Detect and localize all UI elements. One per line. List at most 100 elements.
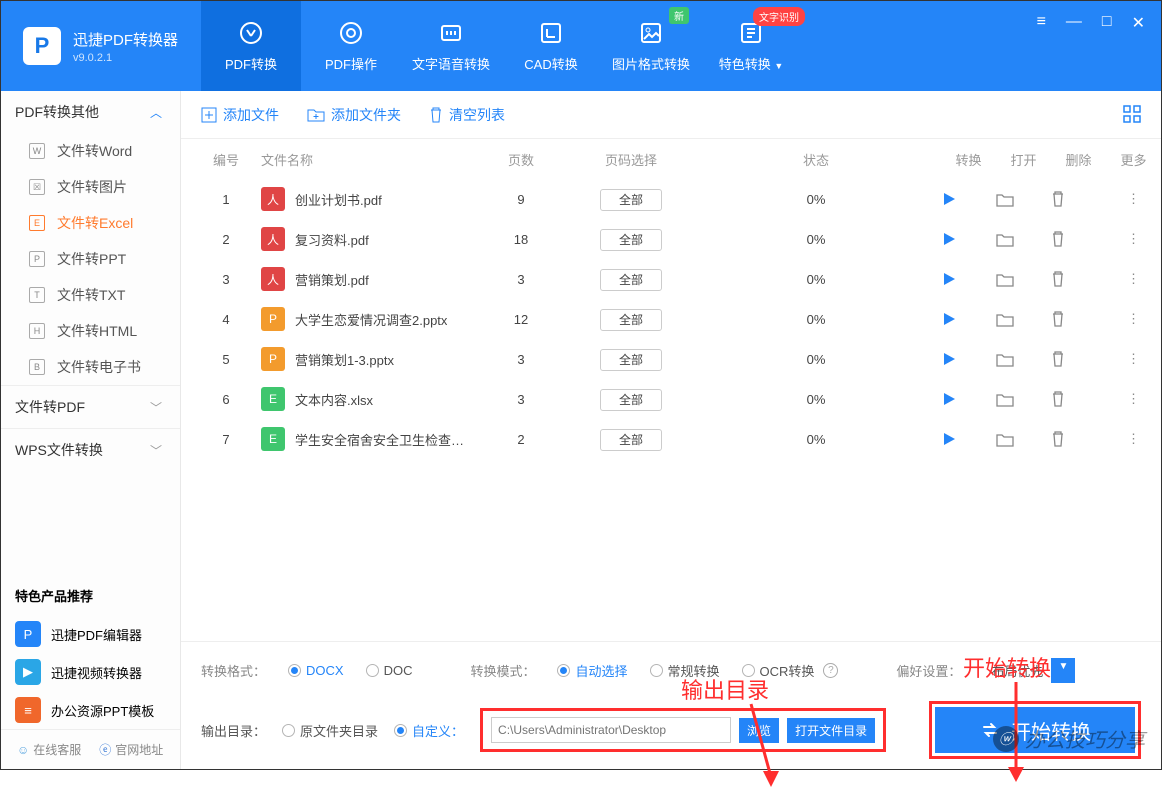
help-icon[interactable]: ? [823,663,838,678]
mode-auto-radio[interactable]: 自动选择 [557,661,627,680]
open-button[interactable] [996,192,1051,207]
mode-ocr-radio[interactable]: OCR转换? [742,661,839,680]
open-button[interactable] [996,312,1051,327]
convert-button[interactable] [941,191,996,207]
delete-button[interactable] [1051,431,1106,447]
file-name: 营销策划.pdf [295,270,369,289]
more-button[interactable]: ⋮ [1127,231,1140,246]
convert-button[interactable] [941,311,996,327]
sidebar-item-6[interactable]: B文件转电子书 [1,349,180,385]
sidebar-item-4[interactable]: T文件转TXT [1,277,180,313]
delete-button[interactable] [1051,271,1106,287]
menu-icon[interactable]: ≡ [1037,13,1046,33]
file-name: 复习资料.pdf [295,230,369,249]
output-custom-radio[interactable]: 自定义： [394,721,464,740]
page-select-button[interactable]: 全部 [600,429,662,451]
sidebar-item-3[interactable]: P文件转PPT [1,241,180,277]
more-button[interactable]: ⋮ [1127,391,1140,406]
open-button[interactable] [996,392,1051,407]
convert-button[interactable] [941,351,996,367]
reco-item-2[interactable]: ≡办公资源PPT模板 [1,691,180,729]
pref-dropdown[interactable]: 布局优先▼ [983,658,1075,683]
open-button[interactable] [996,352,1051,367]
page-select-button[interactable]: 全部 [600,229,662,251]
open-button[interactable] [996,432,1051,447]
output-orig-radio[interactable]: 原文件夹目录 [282,721,378,740]
nav-tab-3[interactable]: CAD转换 [501,1,601,91]
nav-tab-5[interactable]: 文字识别特色转换 ▼ [701,1,801,91]
more-button[interactable]: ⋮ [1127,271,1140,286]
file-type-icon: 人 [261,267,285,291]
delete-button[interactable] [1051,391,1106,407]
nav-icon [338,20,364,46]
table-row: 6 E 文本内容.xlsx 3 全部 0% ⋮ [181,379,1161,419]
file-name: 大学生恋爱情况调查2.pptx [295,310,447,329]
add-file-button[interactable]: 添加文件 [201,105,279,125]
convert-button[interactable] [941,391,996,407]
convert-button[interactable] [941,231,996,247]
minimize-button[interactable]: — [1066,13,1082,33]
chevron-down-icon: ﹀ [150,399,162,416]
start-convert-button[interactable]: 开始转换 [935,707,1135,753]
grid-view-button[interactable] [1123,105,1141,123]
delete-button[interactable] [1051,231,1106,247]
sidebar-item-2[interactable]: E文件转Excel [1,205,180,241]
nav-tab-2[interactable]: 文字语音转换 [401,1,501,91]
file-type-icon: P [29,251,45,267]
delete-button[interactable] [1051,351,1106,367]
format-doc-radio[interactable]: DOC [366,663,413,678]
delete-button[interactable] [1051,191,1106,207]
reco-item-1[interactable]: ▶迅捷视频转换器 [1,653,180,691]
page-select-button[interactable]: 全部 [600,309,662,331]
output-label: 输出目录： [201,721,266,740]
sidebar-item-1[interactable]: ☒文件转图片 [1,169,180,205]
page-select-button[interactable]: 全部 [600,189,662,211]
sidebar-cat-to-pdf[interactable]: 文件转PDF ﹀ [1,386,180,428]
file-type-icon: 人 [261,187,285,211]
add-folder-icon [307,107,325,123]
close-button[interactable]: ✕ [1132,13,1145,33]
page-count: 3 [471,352,571,367]
page-count: 12 [471,312,571,327]
reco-icon: ▶ [15,659,41,685]
output-path-input[interactable] [491,717,731,743]
nav-tab-4[interactable]: 新图片格式转换 [601,1,701,91]
status: 0% [691,392,941,407]
nav-tab-1[interactable]: PDF操作 [301,1,401,91]
official-site-link[interactable]: ⓔ官网地址 [99,741,163,758]
sidebar-cat-pdf-to-other[interactable]: PDF转换其他 ︿ [1,91,180,133]
open-button[interactable] [996,232,1051,247]
reco-item-0[interactable]: P迅捷PDF编辑器 [1,615,180,653]
nav-tab-0[interactable]: PDF转换 [201,1,301,91]
sidebar-item-5[interactable]: H文件转HTML [1,313,180,349]
table-row: 3 人 营销策划.pdf 3 全部 0% ⋮ [181,259,1161,299]
app-version: v9.0.2.1 [73,52,178,64]
browse-button[interactable]: 浏览 [739,718,779,743]
more-button[interactable]: ⋮ [1127,431,1140,446]
sidebar-item-0[interactable]: W文件转Word [1,133,180,169]
open-button[interactable] [996,272,1051,287]
open-dir-button[interactable]: 打开文件目录 [787,718,875,743]
nav-icon [438,20,464,46]
maximize-button[interactable]: □ [1102,13,1112,33]
file-name: 文本内容.xlsx [295,390,373,409]
page-select-button[interactable]: 全部 [600,269,662,291]
page-select-button[interactable]: 全部 [600,349,662,371]
sidebar-cat-wps[interactable]: WPS文件转换 ﹀ [1,429,180,471]
clear-list-button[interactable]: 清空列表 [429,105,505,125]
more-button[interactable]: ⋮ [1127,351,1140,366]
file-type-icon: P [261,347,285,371]
add-folder-button[interactable]: 添加文件夹 [307,105,401,125]
convert-button[interactable] [941,431,996,447]
mode-normal-radio[interactable]: 常规转换 [650,661,720,680]
page-select-button[interactable]: 全部 [600,389,662,411]
convert-button[interactable] [941,271,996,287]
customer-service-link[interactable]: ☺在线客服 [17,741,81,758]
delete-button[interactable] [1051,311,1106,327]
file-type-icon: T [29,287,45,303]
file-type-icon: ☒ [29,179,45,195]
more-button[interactable]: ⋮ [1127,311,1140,326]
page-count: 9 [471,192,571,207]
more-button[interactable]: ⋮ [1127,191,1140,206]
format-docx-radio[interactable]: DOCX [288,663,344,678]
